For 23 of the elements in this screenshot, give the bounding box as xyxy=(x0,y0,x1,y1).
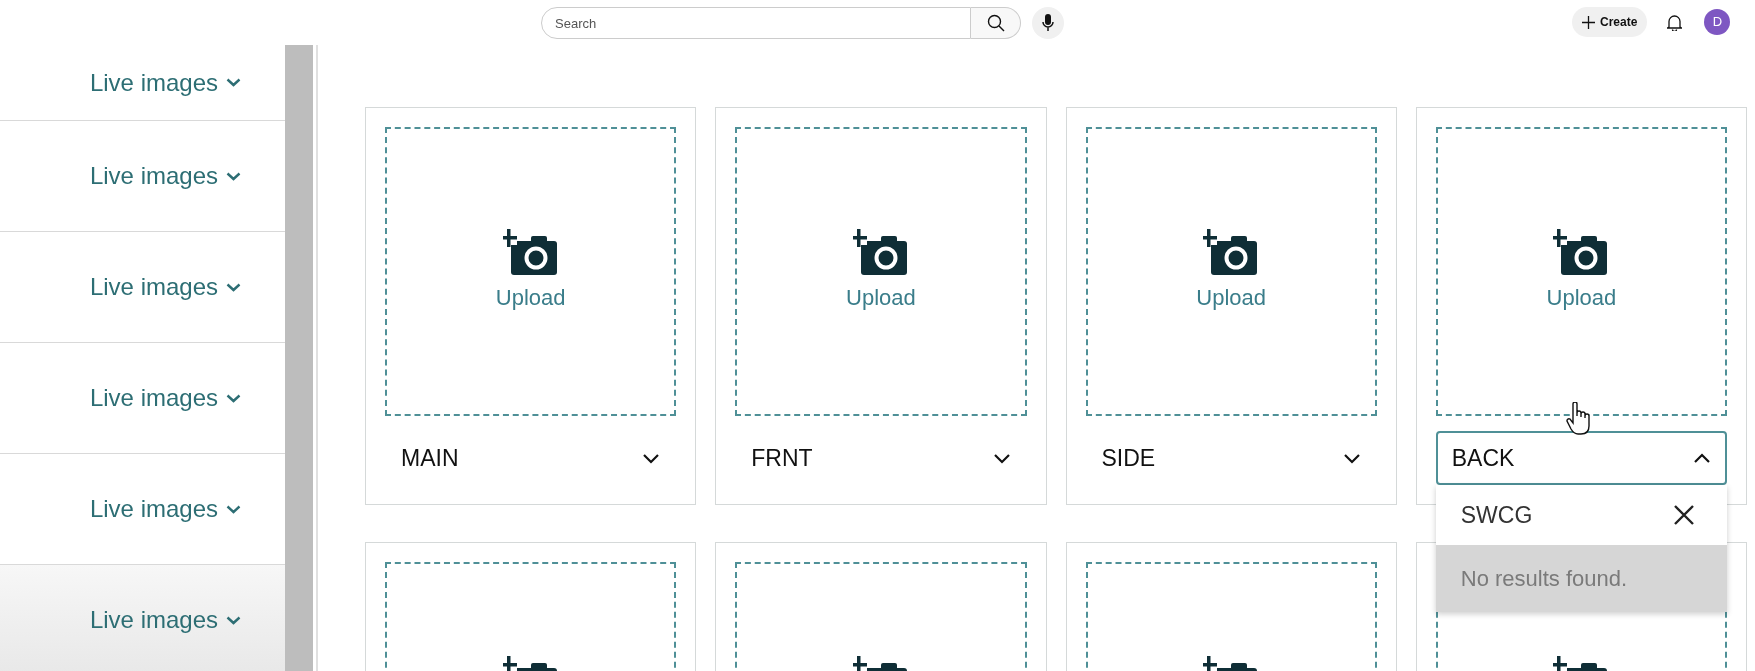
user-avatar[interactable]: D xyxy=(1704,9,1731,35)
search-query: SWCG xyxy=(1460,500,1533,530)
variant-select[interactable]: FRNT xyxy=(735,431,1027,485)
live-images-dropdown[interactable]: Live images xyxy=(89,602,241,638)
live-images-dropdown[interactable]: Live images xyxy=(89,491,241,527)
upload-link[interactable]: Upload xyxy=(846,281,916,314)
live-images-dropdown[interactable]: Live images xyxy=(89,380,241,416)
variant-select[interactable]: BACK xyxy=(1435,431,1727,485)
upload-link[interactable]: Upload xyxy=(1546,281,1617,314)
search-field[interactable]: Search xyxy=(541,7,971,39)
upload-dropzone[interactable]: Upload xyxy=(1435,127,1727,416)
upload-dropzone[interactable]: Upload xyxy=(1085,127,1377,416)
no-results-message: No results found. xyxy=(1435,545,1727,612)
variant-select[interactable]: SIDE xyxy=(1085,431,1377,485)
live-images-dropdown[interactable]: Live images xyxy=(89,64,241,101)
live-images-dropdown[interactable]: Live images xyxy=(89,269,241,305)
upload-link[interactable]: Upload xyxy=(1196,281,1266,314)
upload-dropzone[interactable]: Upload xyxy=(385,127,677,416)
create-button[interactable]: Create xyxy=(1572,7,1648,37)
live-images-dropdown[interactable]: Live images xyxy=(89,158,241,194)
upload-dropzone[interactable]: Upload xyxy=(735,127,1027,416)
upload-link[interactable]: Upload xyxy=(495,281,566,314)
variant-select[interactable]: MAIN xyxy=(385,431,677,485)
